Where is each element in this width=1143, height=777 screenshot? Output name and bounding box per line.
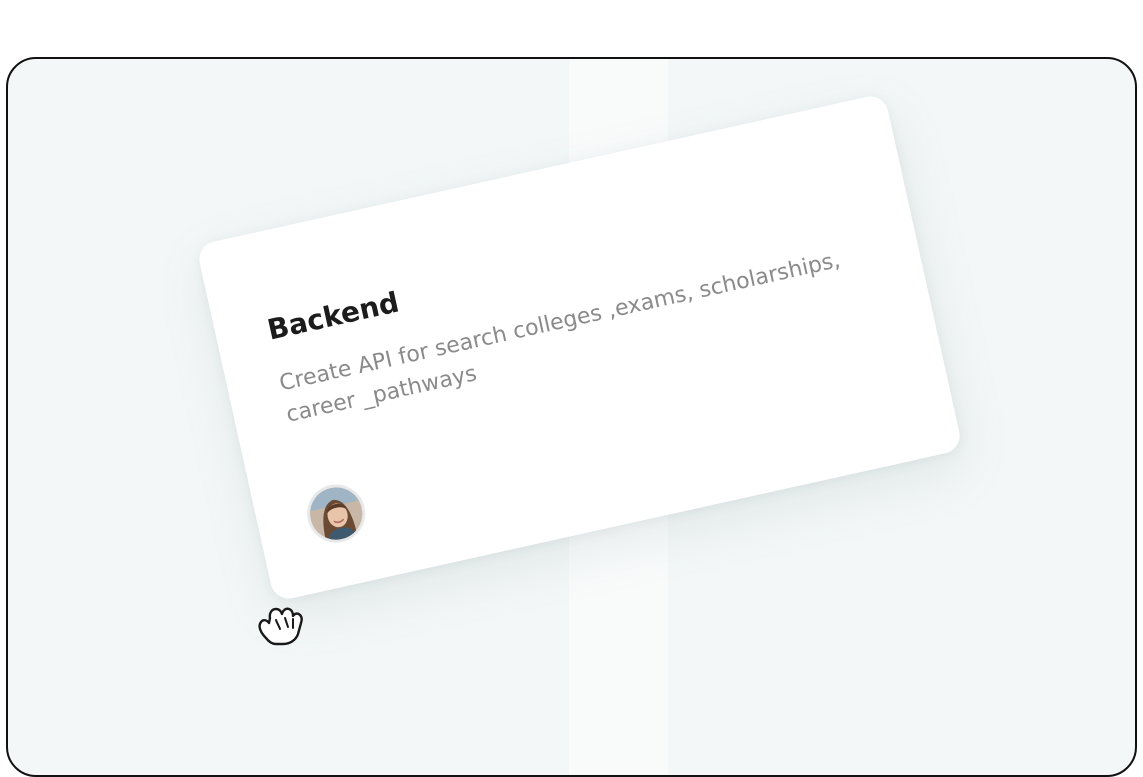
avatar-image (305, 482, 368, 545)
task-card-description: Create API for search colleges ,exams, s… (277, 247, 843, 428)
grab-hand-cursor-icon (252, 596, 312, 652)
task-card-title: Backend (264, 285, 403, 347)
assignee-avatar[interactable] (301, 479, 371, 549)
